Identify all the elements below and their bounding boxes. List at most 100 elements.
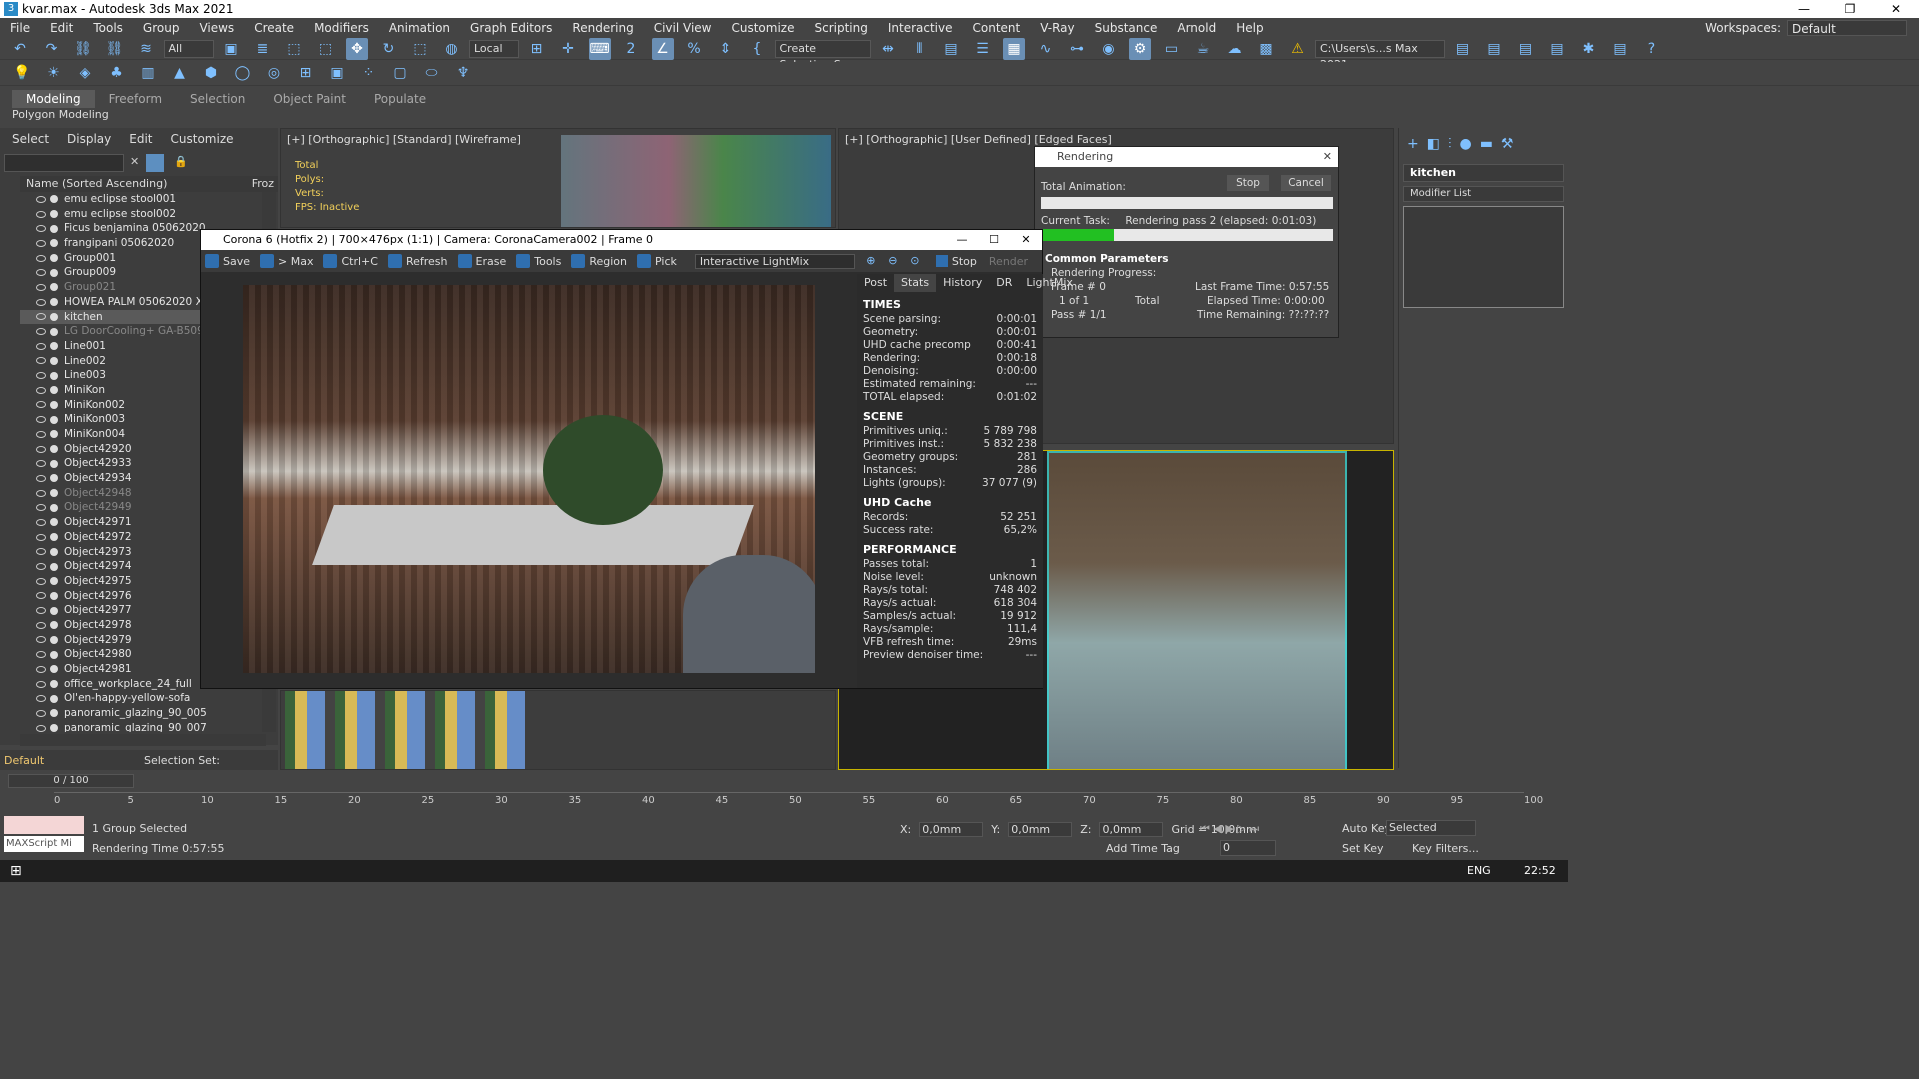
select-by-name-icon[interactable]: ≣ (252, 38, 274, 60)
bind-icon[interactable]: ≋ (135, 38, 157, 60)
clock[interactable]: 22:52 (1524, 864, 1556, 877)
menu-content[interactable]: Content (963, 21, 1031, 35)
visibility-eye-icon[interactable] (36, 386, 46, 394)
layer-explorer-icon[interactable]: ☰ (972, 38, 994, 60)
project-folder2-icon[interactable]: ▤ (1483, 38, 1505, 60)
viewport-label[interactable]: [+] [Orthographic] [User Defined] [Edged… (845, 133, 1112, 146)
visibility-eye-icon[interactable] (36, 474, 46, 482)
render-dot-icon[interactable] (50, 489, 58, 498)
lightmix-dropdown[interactable]: Interactive LightMix (694, 253, 855, 269)
visibility-eye-icon[interactable] (36, 313, 46, 321)
playback-controls[interactable]: ⏮ ◀ ▶ ▷ ⏭ (1200, 822, 1259, 836)
render-dot-icon[interactable] (50, 606, 58, 615)
utilities-tab-icon[interactable]: ⚒ (1501, 136, 1514, 152)
project-folder3-icon[interactable]: ▤ (1515, 38, 1537, 60)
visibility-eye-icon[interactable] (36, 430, 46, 438)
ribbon-tab-modeling[interactable]: Modeling (12, 90, 95, 108)
vfb-minimize-button[interactable]: — (946, 230, 978, 250)
vfb-ctrl-c-button[interactable]: Ctrl+C (323, 254, 378, 268)
modifier-list-dropdown[interactable]: Modifier List (1403, 186, 1564, 202)
visibility-eye-icon[interactable] (36, 709, 46, 717)
plant-icon[interactable]: ♣ (106, 62, 128, 84)
render-dot-icon[interactable] (50, 518, 58, 527)
visibility-eye-icon[interactable] (36, 239, 46, 247)
object-name-field[interactable]: kitchen (1403, 164, 1564, 182)
vfb-refresh-button[interactable]: Refresh (387, 254, 448, 268)
spinner-snap-icon[interactable]: ⇕ (715, 38, 737, 60)
named-selection-dropdown[interactable]: Create Selection Se (774, 40, 871, 71)
sphere-icon[interactable]: ◎ (263, 62, 285, 84)
render-dot-icon[interactable] (50, 503, 58, 512)
set-key-button[interactable]: Set Key (1342, 842, 1384, 855)
curve-editor-icon[interactable]: ∿ (1035, 38, 1057, 60)
menu-help[interactable]: Help (1226, 21, 1273, 35)
pin-icon[interactable]: ♆ (452, 62, 474, 84)
visibility-eye-icon[interactable] (36, 342, 46, 350)
menu-customize[interactable]: Customize (721, 21, 804, 35)
visibility-eye-icon[interactable] (36, 401, 46, 409)
motion-tab-icon[interactable]: ● (1459, 136, 1471, 152)
visibility-eye-icon[interactable] (36, 651, 46, 659)
render-dot-icon[interactable] (50, 268, 58, 277)
explorer-menu-customize[interactable]: Customize (171, 132, 234, 148)
list-item[interactable]: emu eclipse stool002 (20, 207, 262, 222)
menu-modifiers[interactable]: Modifiers (304, 21, 379, 35)
render-dot-icon[interactable] (50, 591, 58, 600)
list-item[interactable]: emu eclipse stool001 (20, 192, 262, 207)
render-dot-icon[interactable] (50, 239, 58, 248)
texture-icon[interactable]: ▥ (137, 62, 159, 84)
zoom-fit-icon[interactable]: ⊙ (907, 253, 923, 269)
help-icon[interactable]: ? (1641, 38, 1663, 60)
link-icon[interactable]: ⛓ (72, 38, 94, 60)
render-dot-icon[interactable] (50, 650, 58, 659)
visibility-eye-icon[interactable] (36, 225, 46, 233)
visibility-eye-icon[interactable] (36, 563, 46, 571)
visibility-eye-icon[interactable] (36, 357, 46, 365)
visibility-eye-icon[interactable] (36, 254, 46, 262)
proxy-icon[interactable]: ⬢ (200, 62, 222, 84)
grid-icon[interactable]: ⊞ (295, 62, 317, 84)
menu-civil-view[interactable]: Civil View (644, 21, 722, 35)
visibility-eye-icon[interactable] (36, 372, 46, 380)
vfb-pick-button[interactable]: Pick (637, 254, 677, 268)
key-filters-button[interactable]: Key Filters... (1412, 842, 1479, 855)
warning-icon[interactable]: ⚠ (1287, 38, 1309, 60)
camera-icon[interactable]: ◈ (74, 62, 96, 84)
visibility-eye-icon[interactable] (36, 548, 46, 556)
render-dot-icon[interactable] (50, 709, 58, 718)
y-coord-field[interactable]: 0,0mm (1008, 822, 1073, 837)
menu-rendering[interactable]: Rendering (562, 21, 643, 35)
visibility-eye-icon[interactable] (36, 724, 46, 732)
frame-icon[interactable]: ▣ (326, 62, 348, 84)
z-coord-field[interactable]: 0,0mm (1099, 822, 1164, 837)
visibility-eye-icon[interactable] (36, 416, 46, 424)
material-icon[interactable]: ▲ (169, 62, 191, 84)
render-dot-icon[interactable] (50, 342, 58, 351)
explorer-hscrollbar[interactable] (20, 734, 266, 746)
list-item[interactable]: panoramic_glazing_90_007 (20, 721, 262, 732)
project-path[interactable]: C:\Users\s...s Max 2021 (1315, 40, 1445, 71)
render-dot-icon[interactable] (50, 195, 58, 204)
visibility-eye-icon[interactable] (36, 533, 46, 541)
unlink-icon[interactable]: ⛓ (104, 38, 126, 60)
vfb-erase-button[interactable]: Erase (457, 254, 506, 268)
cancel-button[interactable]: Cancel (1281, 175, 1331, 191)
render-setup-icon[interactable]: ⚙ (1129, 38, 1151, 60)
time-slider[interactable]: 0 / 100 (8, 774, 134, 788)
explorer-column-header[interactable]: Name (Sorted Ascending) Froz (20, 176, 278, 192)
menu-substance[interactable]: Substance (1085, 21, 1168, 35)
visibility-eye-icon[interactable] (36, 680, 46, 688)
visibility-eye-icon[interactable] (36, 577, 46, 585)
menu-file[interactable]: File (0, 21, 40, 35)
align-icon[interactable]: ⫴ (909, 38, 931, 60)
render-dot-icon[interactable] (50, 562, 58, 571)
modifier-stack[interactable] (1403, 206, 1564, 308)
render-dot-icon[interactable] (50, 327, 58, 336)
menu-animation[interactable]: Animation (379, 21, 460, 35)
ribbon-toggle-icon[interactable]: ▦ (1003, 38, 1025, 60)
render-dot-icon[interactable] (50, 474, 58, 483)
keyboard-shortcut-icon[interactable]: ⌨ (588, 38, 611, 60)
box-icon[interactable]: ▢ (389, 62, 411, 84)
explorer-menu-select[interactable]: Select (12, 132, 49, 148)
visibility-eye-icon[interactable] (36, 695, 46, 703)
